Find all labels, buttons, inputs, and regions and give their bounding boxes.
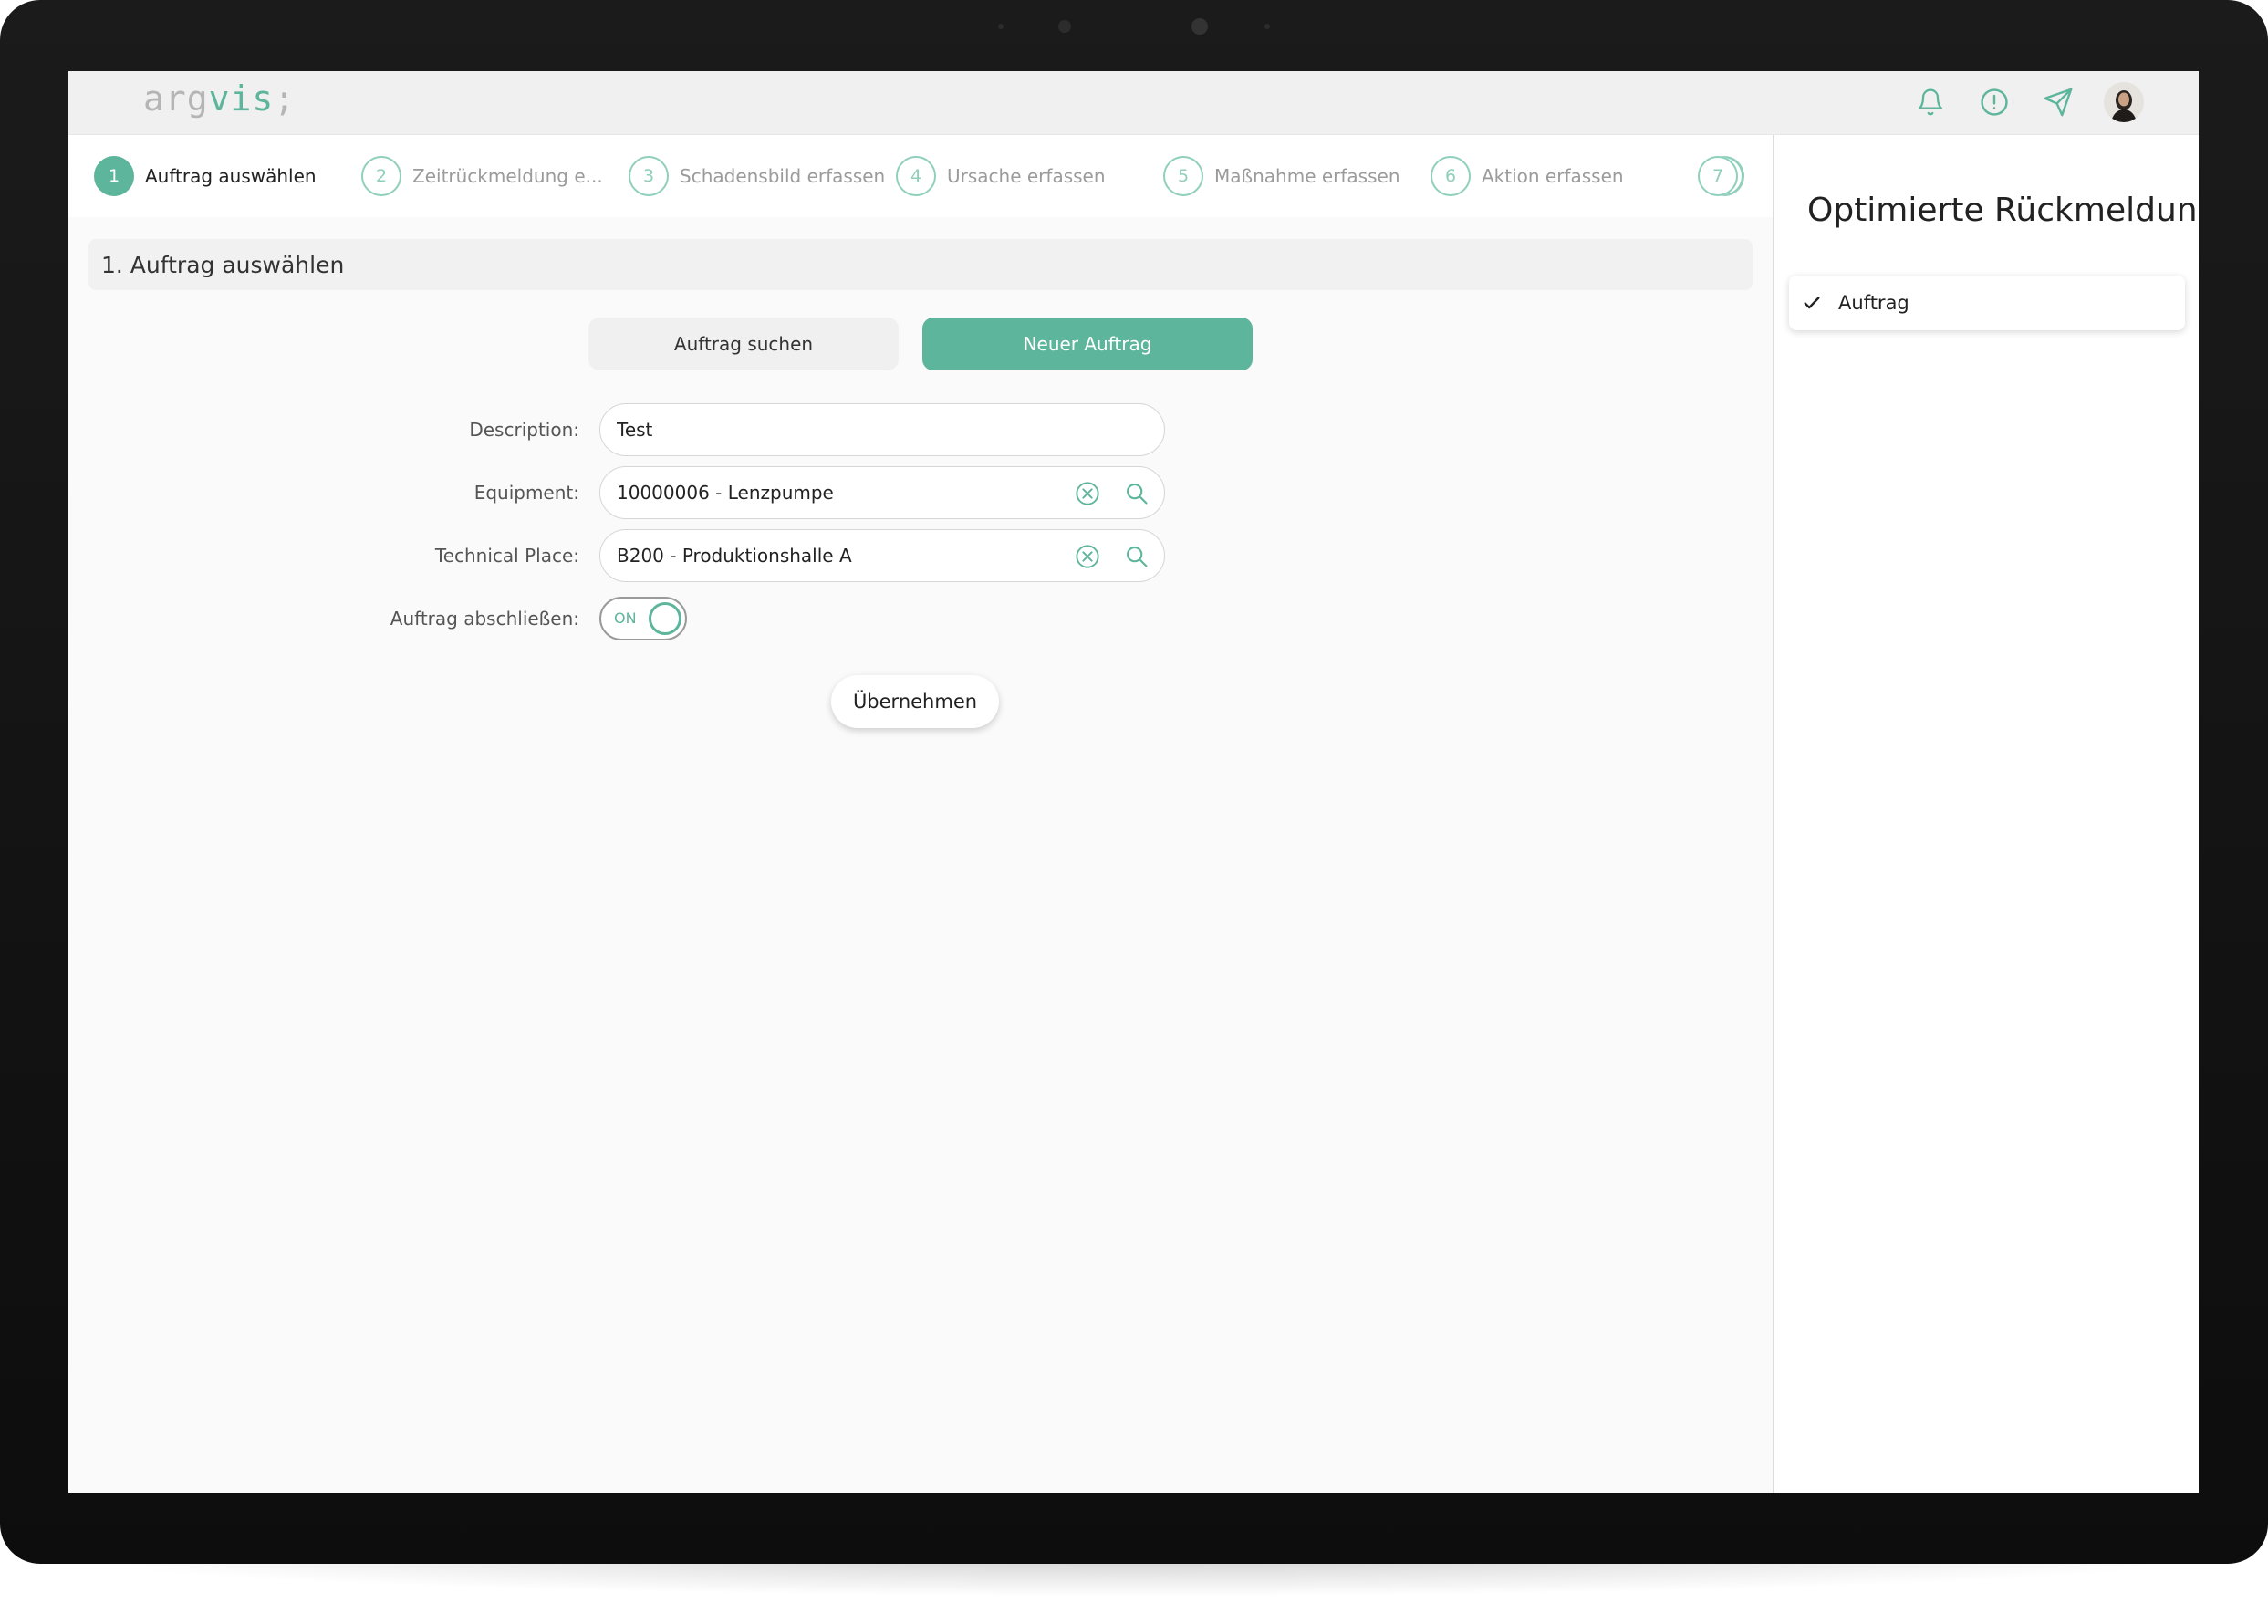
step-3[interactable]: 3 Schadensbild erfassen — [629, 156, 896, 196]
app-logo[interactable]: argvis; — [143, 78, 296, 119]
camera-lens — [1058, 20, 1071, 33]
equipment-label: Equipment: — [473, 482, 579, 504]
new-order-button[interactable]: Neuer Auftrag — [922, 318, 1253, 370]
bell-icon[interactable] — [1912, 84, 1949, 120]
avatar[interactable] — [2104, 82, 2144, 122]
technical-place-field[interactable] — [599, 529, 1165, 582]
equipment-row: Equipment: — [68, 466, 1165, 519]
stepper: 1 Auftrag auswählen 2 Zeitrückmeldung e.… — [68, 135, 1773, 217]
app-screen: argvis; 1 Auftrag auswählen 2 Zeitrückme… — [68, 71, 2199, 1493]
sensor-dot — [1264, 24, 1270, 29]
section-title: 1. Auftrag auswählen — [88, 239, 1753, 290]
step-4[interactable]: 4 Ursache erfassen — [896, 156, 1163, 196]
technical-place-input[interactable] — [617, 545, 1055, 567]
clear-icon[interactable] — [1075, 544, 1100, 569]
side-panel: Optimierte Rückmeldung Auftrag — [1773, 135, 2199, 1493]
checkmark-icon — [1804, 297, 1820, 309]
step-number: 3 — [629, 156, 669, 196]
step-number: 4 — [896, 156, 936, 196]
step-7[interactable]: 7 — [1698, 156, 1753, 196]
camera-lens — [1191, 18, 1208, 35]
equipment-input[interactable] — [617, 482, 1055, 504]
description-label: Description: — [469, 419, 579, 441]
description-field[interactable] — [599, 403, 1165, 456]
top-bar: argvis; — [68, 71, 2199, 135]
summary-item-label: Auftrag — [1838, 292, 1909, 314]
close-order-row: Auftrag abschließen: ON — [68, 597, 1163, 640]
clear-icon[interactable] — [1075, 481, 1100, 506]
step-2[interactable]: 2 Zeitrückmeldung e... — [361, 156, 629, 196]
main-content: 1 Auftrag auswählen 2 Zeitrückmeldung e.… — [68, 135, 1773, 1493]
step-1[interactable]: 1 Auftrag auswählen — [94, 156, 361, 196]
step-label: Schadensbild erfassen — [680, 165, 886, 187]
toggle-knob — [649, 602, 681, 635]
step-number: 1 — [94, 156, 134, 196]
step-label: Ursache erfassen — [947, 165, 1106, 187]
technical-place-label: Technical Place: — [434, 545, 579, 567]
step-label: Zeitrückmeldung e... — [412, 165, 603, 187]
search-icon[interactable] — [1124, 481, 1150, 506]
description-input[interactable] — [617, 419, 1055, 441]
step-number: 5 — [1163, 156, 1203, 196]
search-order-button[interactable]: Auftrag suchen — [588, 318, 899, 370]
step-label: Maßnahme erfassen — [1214, 165, 1400, 187]
step-number: 2 — [361, 156, 401, 196]
summary-item-auftrag[interactable]: Auftrag — [1789, 276, 2185, 330]
step-6[interactable]: 6 Aktion erfassen — [1431, 156, 1698, 196]
search-icon[interactable] — [1124, 544, 1150, 569]
logo-text-tail: ; — [274, 78, 297, 119]
equipment-field[interactable] — [599, 466, 1165, 519]
top-actions — [1912, 82, 2144, 122]
toggle-state-text: ON — [614, 609, 637, 627]
close-order-label: Auftrag abschließen: — [390, 608, 579, 630]
step-label: Auftrag auswählen — [145, 165, 317, 187]
step-label: Aktion erfassen — [1482, 165, 1624, 187]
logo-text-accent: vis — [208, 78, 275, 119]
logo-text: arg — [143, 78, 209, 119]
sensor-dot — [998, 24, 1004, 29]
technical-place-row: Technical Place: — [68, 529, 1165, 582]
apply-button[interactable]: Übernehmen — [831, 675, 999, 728]
step-number: 7 — [1698, 156, 1738, 196]
step-number: 6 — [1431, 156, 1471, 196]
side-panel-title: Optimierte Rückmeldung — [1807, 192, 2199, 229]
alert-icon[interactable] — [1976, 84, 2013, 120]
step-5[interactable]: 5 Maßnahme erfassen — [1163, 156, 1431, 196]
close-order-toggle[interactable]: ON — [599, 597, 687, 640]
send-icon[interactable] — [2040, 84, 2076, 120]
tablet-frame: argvis; 1 Auftrag auswählen 2 Zeitrückme… — [0, 0, 2268, 1564]
description-row: Description: — [68, 403, 1165, 456]
